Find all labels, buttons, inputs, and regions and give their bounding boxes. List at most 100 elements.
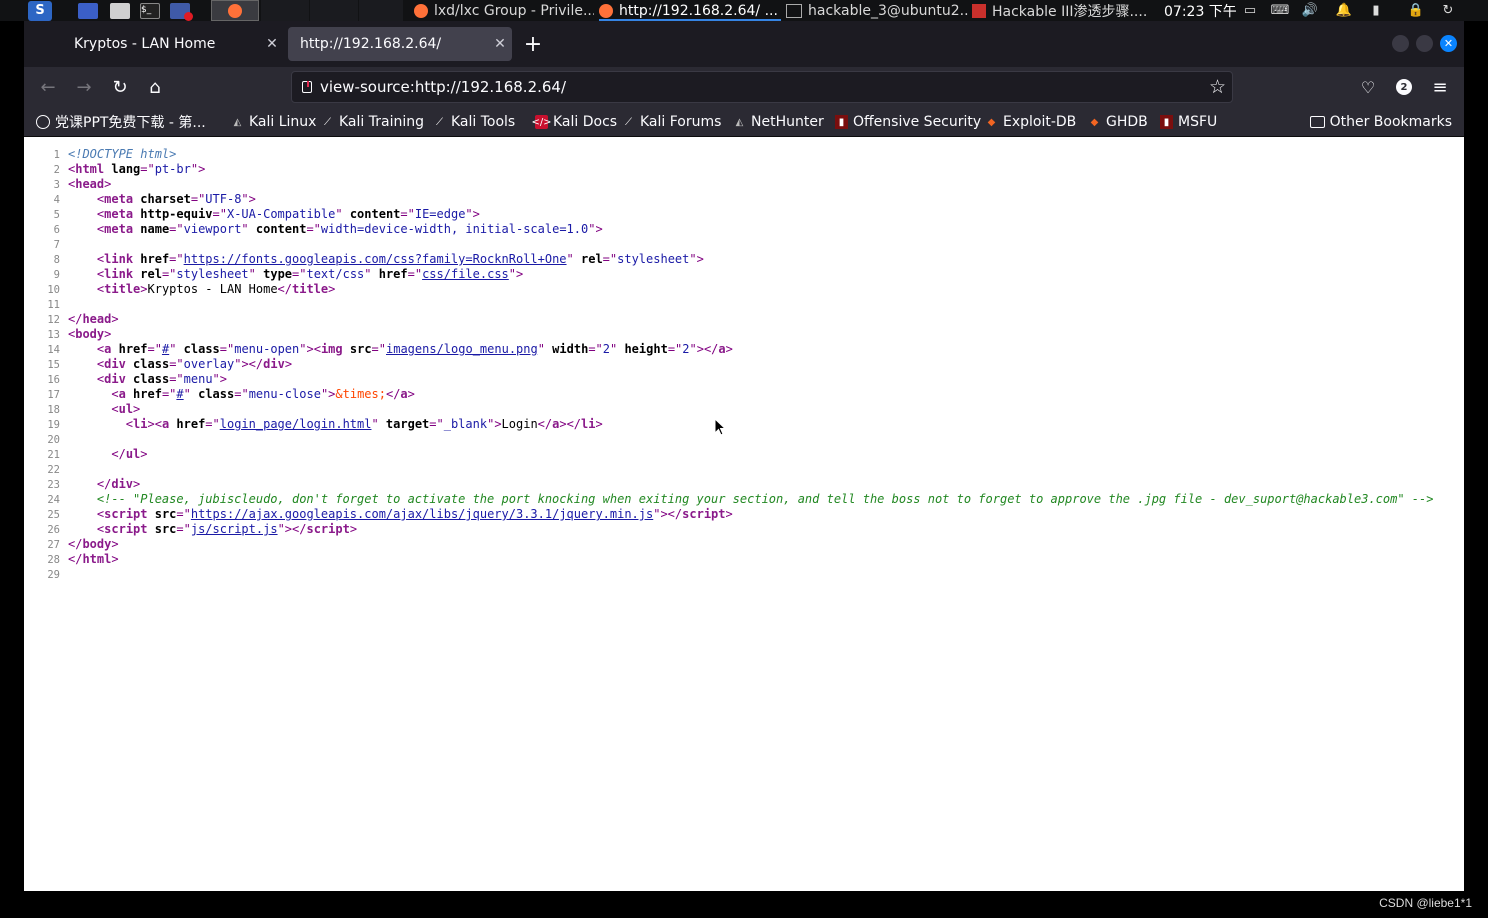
- reload-icon[interactable]: ↻: [108, 75, 132, 99]
- source-token: =": [161, 387, 177, 401]
- close-tab-icon[interactable]: ✕: [260, 36, 284, 52]
- bookmark-star-icon[interactable]: ☆: [1209, 76, 1226, 98]
- minimize-window-button[interactable]: [1392, 35, 1409, 52]
- globe-icon: [36, 115, 50, 129]
- bookmark-item[interactable]: ▮ MSFU: [1160, 107, 1217, 137]
- bookmark-item[interactable]: ⟋ Kali Forums: [622, 107, 721, 137]
- source-token: >: [111, 537, 119, 551]
- workspace-1[interactable]: [211, 0, 259, 21]
- bookmark-item[interactable]: ▮ Offensive Security: [835, 107, 981, 137]
- source-token: [68, 207, 97, 221]
- bookmark-item[interactable]: </> Kali Docs: [531, 107, 617, 137]
- display-icon[interactable]: ▭: [1242, 2, 1258, 18]
- maximize-window-button[interactable]: [1416, 35, 1433, 52]
- source-token: [68, 492, 97, 506]
- bookmark-item[interactable]: ◆ GHDB: [1088, 107, 1148, 137]
- taskbar-window-terminal[interactable]: hackable_3@ubuntu2...: [786, 0, 968, 21]
- bookmark-item[interactable]: 党课PPT免费下载 - 第...: [36, 107, 206, 137]
- battery-icon[interactable]: ▮: [1368, 2, 1384, 18]
- home-icon[interactable]: ⌂: [143, 75, 167, 99]
- source-link[interactable]: css/file.css: [422, 267, 509, 281]
- bookmark-item[interactable]: ◆ Exploit-DB: [985, 107, 1077, 137]
- source-token: a: [400, 387, 408, 401]
- source-line: 21 </ul>: [24, 447, 147, 462]
- kali-icon: ◭: [233, 116, 242, 128]
- workspace-4[interactable]: [359, 0, 403, 21]
- terminal-launcher[interactable]: $_: [140, 0, 160, 21]
- source-token: menu-close: [248, 387, 321, 401]
- source-link[interactable]: js/script.js: [191, 522, 278, 536]
- extensions-button[interactable]: 2: [1392, 75, 1416, 99]
- tab-view-source[interactable]: http://192.168.2.64/ ✕: [288, 27, 512, 61]
- other-bookmarks-folder[interactable]: Other Bookmarks: [1309, 107, 1452, 137]
- bookmark-item[interactable]: ◭ Kali Linux: [231, 107, 317, 137]
- hamburger-menu-icon[interactable]: ≡: [1428, 75, 1452, 99]
- source-token: li: [133, 417, 148, 431]
- address-bar[interactable]: view-source:http://192.168.2.64/ ☆: [291, 71, 1233, 103]
- source-token: script: [306, 522, 350, 536]
- pocket-icon[interactable]: ♡: [1356, 75, 1380, 99]
- line-number: 8: [53, 254, 60, 266]
- source-link[interactable]: login_page/login.html: [220, 417, 372, 431]
- source-token: >: [133, 477, 141, 491]
- line-number: 29: [47, 569, 60, 581]
- source-token: 2: [682, 342, 690, 356]
- source-link[interactable]: #: [176, 387, 183, 401]
- bookmark-item[interactable]: ⟋ Kali Training: [321, 107, 424, 137]
- source-line: 11: [24, 297, 60, 312]
- workspace-3[interactable]: [310, 0, 358, 21]
- source-line: 4 <meta charset="UTF-8">: [24, 192, 256, 207]
- lock-icon[interactable]: 🔒: [1408, 2, 1424, 18]
- source-code: </div>: [68, 477, 140, 492]
- forward-arrow-icon[interactable]: →: [72, 75, 96, 99]
- kali-menu-button[interactable]: S: [0, 0, 54, 21]
- exploitdb-icon: ◆: [1090, 116, 1099, 128]
- bookmark-label: Exploit-DB: [1003, 114, 1077, 130]
- taskbar-window-firefox-active[interactable]: http://192.168.2.64/ ...: [599, 0, 781, 21]
- source-token: >: [133, 402, 141, 416]
- source-token: meta: [104, 222, 134, 236]
- restart-icon[interactable]: ↻: [1440, 2, 1456, 18]
- source-token: html: [82, 552, 112, 566]
- bookmark-item[interactable]: ⟋ Kali Tools: [433, 107, 515, 137]
- taskbar-window-wps[interactable]: Hackable III渗透步骤....: [972, 0, 1158, 21]
- source-token: =": [400, 207, 415, 221]
- wps-icon: [972, 3, 986, 18]
- screen-recorder-launcher[interactable]: [170, 0, 193, 21]
- source-token: ">: [487, 417, 502, 431]
- notification-icon[interactable]: 🔔: [1336, 2, 1352, 18]
- workspace-2[interactable]: [261, 0, 309, 21]
- source-token: class: [125, 357, 170, 371]
- source-token: >: [725, 507, 733, 521]
- source-token: [68, 447, 111, 461]
- source-token: name: [133, 222, 170, 236]
- clock[interactable]: 07:23 下午: [1164, 0, 1236, 21]
- source-line: 25 <script src="https://ajax.googleapis.…: [24, 507, 732, 522]
- source-token: ": [364, 267, 372, 281]
- show-desktop-button[interactable]: [78, 0, 98, 21]
- close-tab-icon[interactable]: ✕: [488, 36, 512, 52]
- close-window-button[interactable]: ✕: [1440, 35, 1457, 52]
- source-code: <!-- "Please, jubiscleudo, don't forget …: [68, 492, 1434, 507]
- source-link[interactable]: imagens/logo_menu.png: [386, 342, 538, 356]
- source-token: body: [75, 327, 105, 341]
- source-code: <body>: [68, 327, 111, 342]
- source-token: meta: [104, 192, 134, 206]
- source-link[interactable]: https://ajax.googleapis.com/ajax/libs/jq…: [191, 507, 653, 521]
- source-token: http-equiv: [133, 207, 213, 221]
- bookmark-item[interactable]: ◭ NetHunter: [733, 107, 824, 137]
- file-manager-launcher[interactable]: [110, 0, 130, 21]
- terminal-icon: [786, 3, 802, 18]
- back-arrow-icon[interactable]: ←: [36, 75, 60, 99]
- line-number: 1: [53, 149, 60, 161]
- keyboard-icon[interactable]: ⌨: [1271, 2, 1290, 18]
- taskbar-window-lxd[interactable]: lxd/lxc Group - Privile...: [414, 0, 594, 21]
- tab-kryptos[interactable]: Kryptos - LAN Home ✕: [62, 27, 284, 61]
- line-number: 28: [47, 554, 60, 566]
- site-permissions-icon[interactable]: [302, 81, 312, 93]
- source-token: </: [68, 537, 83, 551]
- volume-icon[interactable]: 🔊: [1302, 2, 1318, 18]
- source-link[interactable]: https://fonts.googleapis.com/css?family=…: [184, 252, 567, 266]
- source-token: rel: [573, 252, 603, 266]
- new-tab-icon[interactable]: +: [521, 32, 545, 57]
